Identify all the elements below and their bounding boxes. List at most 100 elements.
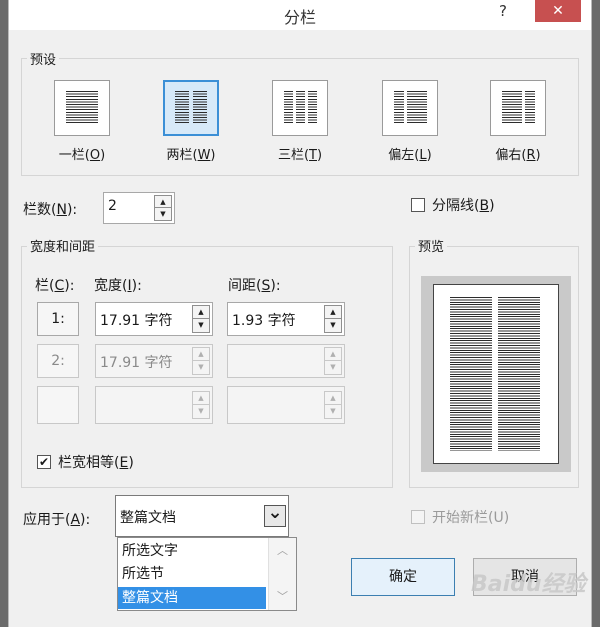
label-suffix: ):	[131, 278, 142, 294]
preview-column-right	[498, 297, 540, 451]
spin-down-icon[interactable]: ▼	[155, 208, 171, 220]
spin-up-icon: ▲	[325, 348, 341, 361]
columns-count-spinner[interactable]: ▲ ▼	[154, 195, 172, 221]
spin-up-icon[interactable]: ▲	[325, 306, 341, 319]
label-suffix: ):	[66, 202, 78, 218]
label-key: E	[119, 455, 129, 471]
preview-page	[433, 284, 559, 464]
column-spacing-1-spinner[interactable]: ▲ ▼	[324, 305, 342, 333]
label-text: 宽度(	[94, 278, 128, 294]
dropdown-option[interactable]: 所选节	[118, 563, 266, 585]
right-column-icon	[490, 80, 546, 136]
label-text: 应用于(	[23, 512, 71, 528]
preset-suffix: )	[535, 148, 541, 163]
preset-one-column[interactable]: 一栏(O)	[51, 80, 113, 163]
label-text: 栏数(	[23, 202, 57, 218]
column-spacing-2-spinner: ▲ ▼	[324, 347, 342, 375]
apply-to-dropdown-list: 所选文字 所选节 整篇文档 ︿ ﹀	[117, 537, 297, 611]
label-suffix: ):	[80, 512, 91, 528]
label-key: N	[56, 202, 67, 218]
apply-to-value: 整篇文档	[120, 510, 176, 526]
apply-to-select[interactable]: 整篇文档 ⌄	[115, 495, 289, 537]
dropdown-option-selected[interactable]: 整篇文档	[118, 587, 266, 609]
ok-button[interactable]: 确定	[351, 558, 455, 596]
label-suffix: )	[489, 198, 495, 214]
column-number-1: 1:	[37, 302, 79, 336]
columns-count-stepper[interactable]: 2 ▲ ▼	[103, 192, 175, 224]
preset-key: W	[197, 148, 211, 163]
label-text: 间距(	[228, 278, 262, 294]
column-width-2: 17.91 字符 ▲ ▼	[95, 344, 213, 378]
spin-up-icon[interactable]: ▲	[193, 306, 209, 319]
preset-key: R	[526, 148, 536, 163]
label-text: 栏(	[35, 278, 55, 294]
column-width-2-spinner: ▲ ▼	[192, 347, 210, 375]
scroll-down-icon[interactable]: ﹀	[269, 588, 296, 604]
column-number-3	[37, 386, 79, 424]
spin-up-icon: ▲	[193, 392, 209, 405]
three-columns-icon	[272, 80, 328, 136]
preview-column-left	[450, 297, 492, 451]
spin-up-icon: ▲	[193, 348, 209, 361]
help-icon[interactable]: ?	[493, 2, 513, 20]
spin-up-icon: ▲	[325, 392, 341, 405]
spin-up-icon[interactable]: ▲	[155, 196, 171, 208]
column-spacing-2: ▲ ▼	[227, 344, 345, 378]
width-header: 宽度(I):	[94, 275, 142, 295]
label-key: A	[70, 512, 81, 528]
preset-label: 偏右(	[495, 148, 527, 163]
column-width-1-spinner[interactable]: ▲ ▼	[192, 305, 210, 333]
preset-left[interactable]: 偏左(L)	[379, 80, 441, 163]
spin-down-icon[interactable]: ▼	[193, 319, 209, 332]
column-width-1[interactable]: 17.91 字符 ▲ ▼	[95, 302, 213, 336]
spin-down-icon: ▼	[198, 407, 204, 415]
scroll-up-icon[interactable]: ︿	[269, 542, 296, 558]
preview-frame	[421, 276, 571, 472]
column-width-1-value: 17.91 字符	[100, 313, 173, 329]
column-spacing-1[interactable]: 1.93 字符 ▲ ▼	[227, 302, 345, 336]
spin-down-icon: ▼	[198, 363, 204, 371]
dropdown-scrollbar[interactable]: ︿ ﹀	[268, 538, 296, 610]
preset-key: O	[89, 148, 101, 163]
new-column-checkbox	[411, 510, 425, 524]
col-header: 栏(C):	[35, 275, 74, 295]
preset-right[interactable]: 偏右(R)	[487, 80, 549, 163]
close-icon[interactable]: ✕	[535, 0, 581, 22]
column-spacing-3: ▲ ▼	[227, 386, 345, 424]
preset-suffix: )	[316, 148, 323, 163]
spacing-header: 间距(S):	[228, 275, 281, 295]
apply-to-label: 应用于(A):	[23, 509, 90, 529]
preset-two-columns[interactable]: 两栏(W)	[160, 80, 222, 163]
column-width-3: ▲ ▼	[95, 386, 213, 424]
divider-checkbox[interactable]	[411, 198, 425, 212]
column-spacing-3-spinner: ▲ ▼	[324, 391, 342, 419]
label-suffix: )	[128, 455, 134, 471]
label-text: 栏宽相等(	[58, 455, 120, 471]
label-key: B	[479, 198, 490, 214]
dropdown-option[interactable]: 所选文字	[118, 540, 266, 562]
equal-width-label: 栏宽相等(E)	[58, 452, 134, 472]
preset-suffix: )	[426, 148, 432, 163]
width-spacing-group-label: 宽度和间距	[27, 236, 99, 255]
title-bar: 分栏 ? ✕	[9, 0, 591, 30]
column-width-2-value: 17.91 字符	[100, 355, 173, 371]
preset-key: L	[419, 148, 427, 163]
one-column-icon	[54, 80, 110, 136]
columns-count-value: 2	[108, 198, 117, 214]
preset-suffix: )	[100, 148, 106, 163]
label-suffix: ):	[64, 278, 75, 294]
left-column-icon	[382, 80, 438, 136]
preset-three-columns[interactable]: 三栏(T)	[269, 80, 331, 163]
preview-group-label: 预览	[415, 236, 448, 255]
spin-down-icon: ▼	[330, 407, 336, 415]
preset-label: 偏左(	[388, 148, 420, 163]
equal-width-checkbox[interactable]: ✔	[37, 455, 51, 469]
columns-count-label: 栏数(N):	[23, 199, 77, 219]
chevron-down-icon[interactable]: ⌄	[264, 504, 286, 527]
preset-label: 两栏(	[166, 148, 198, 163]
new-column-label: 开始新栏(U)	[432, 510, 510, 526]
preset-label: 一栏(	[58, 148, 90, 163]
divider-label: 分隔线(B)	[432, 195, 495, 215]
label-text: 分隔线(	[432, 198, 480, 214]
spin-down-icon[interactable]: ▼	[325, 319, 341, 332]
